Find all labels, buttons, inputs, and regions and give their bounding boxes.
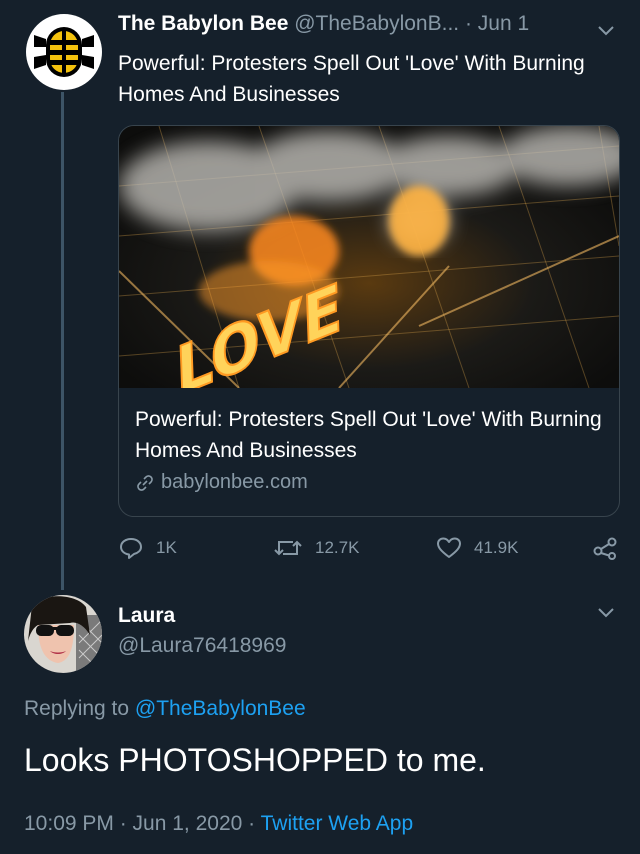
reply-count: 1K <box>156 538 177 557</box>
source-link[interactable]: Twitter Web App <box>261 812 414 835</box>
author-handle[interactable]: @Laura76418969 <box>118 634 286 658</box>
retweet-button[interactable]: 12.7K <box>273 536 359 560</box>
action-bar: 1K 12.7K 41.9K <box>118 532 618 566</box>
author-name[interactable]: Laura <box>118 604 175 628</box>
link-icon <box>137 474 153 491</box>
tweet-text: Powerful: Protesters Spell Out 'Love' Wi… <box>118 52 585 106</box>
card-title[interactable]: Powerful: Protesters Spell Out 'Love' Wi… <box>135 404 605 466</box>
thread-line <box>61 92 64 590</box>
author-name[interactable]: The Babylon Bee <box>118 12 288 35</box>
link-card[interactable]: LOVE Powerful: Protesters Spell Out 'Lov… <box>118 125 620 517</box>
share-icon <box>593 537 617 560</box>
like-count: 41.9K <box>474 538 519 557</box>
chevron-down-icon[interactable] <box>597 607 615 619</box>
tweet-meta: 10:09 PM · Jun 1, 2020 · Twitter Web App <box>24 812 413 836</box>
replying-prefix: Replying to <box>24 697 130 720</box>
tweet-header: The Babylon Bee @TheBabylonB... · Jun 1 <box>118 12 529 36</box>
avatar[interactable] <box>24 595 102 673</box>
author-handle[interactable]: @TheBabylonB... <box>294 12 459 35</box>
retweet-count: 12.7K <box>315 538 360 557</box>
like-button[interactable]: 41.9K <box>436 536 518 560</box>
card-image: LOVE <box>119 126 619 388</box>
tweet-date[interactable]: · Jun 1 <box>465 12 529 35</box>
card-domain-text: babylonbee.com <box>161 471 308 493</box>
chevron-down-icon[interactable] <box>597 25 615 37</box>
card-domain[interactable]: babylonbee.com <box>135 471 308 494</box>
heart-icon <box>437 537 461 558</box>
avatar[interactable] <box>26 14 102 90</box>
retweet-icon <box>274 540 302 556</box>
reply-text: Looks PHOTOSHOPPED to me. <box>24 742 486 778</box>
babylon-bee-logo-icon <box>34 27 94 77</box>
replying-to: Replying to @TheBabylonBee <box>24 697 306 721</box>
timestamp[interactable]: 10:09 PM · Jun 1, 2020 · <box>24 812 255 835</box>
share-button[interactable] <box>592 536 618 560</box>
replying-to-link[interactable]: @TheBabylonBee <box>135 697 306 720</box>
reply-button[interactable]: 1K <box>118 536 177 560</box>
reply-icon <box>120 538 142 559</box>
user-photo <box>24 595 102 673</box>
